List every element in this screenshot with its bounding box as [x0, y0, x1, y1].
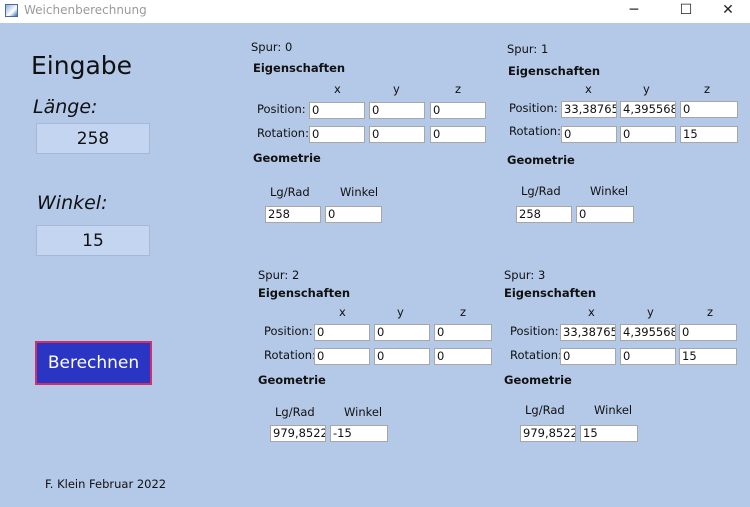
lgrad-label: Lg/Rad: [521, 184, 561, 198]
angle-input[interactable]: 15: [36, 225, 150, 256]
col-z-label: z: [455, 82, 462, 96]
position-x-field[interactable]: 33,38765: [560, 324, 616, 341]
rotation-label: Rotation:: [264, 348, 316, 362]
position-label: Position:: [264, 324, 313, 338]
track-title: Spur: 1: [507, 42, 549, 56]
track-title: Spur: 2: [258, 268, 300, 282]
col-y-label: y: [647, 305, 654, 319]
position-y-field[interactable]: 4,395568: [620, 101, 676, 118]
properties-label: Eigenschaften: [508, 64, 601, 78]
track-title: Spur: 0: [251, 40, 293, 54]
geometry-label: Geometrie: [253, 151, 321, 165]
maximize-button[interactable]: ☐: [664, 0, 708, 22]
position-label: Position:: [510, 324, 559, 338]
geometry-label: Geometrie: [504, 373, 572, 387]
rotation-y-field[interactable]: 0: [620, 348, 676, 365]
col-x-label: x: [585, 82, 592, 96]
position-x-field[interactable]: 0: [314, 324, 370, 341]
main-window: Eingabe Länge: 258 Winkel: 15 Berechnen …: [0, 23, 750, 507]
col-z-label: z: [707, 305, 714, 319]
position-label: Position:: [509, 101, 558, 115]
rotation-z-field[interactable]: 15: [680, 126, 738, 143]
lgrad-field[interactable]: 979,8522: [270, 425, 326, 442]
lgrad-label: Lg/Rad: [275, 405, 315, 419]
winkel-label: Winkel: [344, 405, 383, 419]
lgrad-label: Lg/Rad: [270, 185, 310, 199]
track-title: Spur: 3: [504, 268, 546, 282]
col-y-label: y: [643, 82, 650, 96]
position-x-field[interactable]: 0: [309, 102, 365, 119]
rotation-x-field[interactable]: 0: [560, 348, 616, 365]
input-heading: Eingabe: [31, 51, 133, 80]
window-title: Weichenberechnung: [24, 3, 147, 17]
col-x-label: x: [339, 305, 346, 319]
rotation-label: Rotation:: [510, 348, 562, 362]
minimize-button[interactable]: ─: [612, 0, 656, 22]
winkel-field[interactable]: 15: [580, 425, 638, 442]
rotation-y-field[interactable]: 0: [374, 348, 430, 365]
winkel-label: Winkel: [590, 184, 629, 198]
position-z-field[interactable]: 0: [430, 102, 486, 119]
rotation-label: Rotation:: [257, 126, 309, 140]
lgrad-field[interactable]: 258: [516, 206, 572, 223]
rotation-y-field[interactable]: 0: [620, 126, 676, 143]
rotation-label: Rotation:: [509, 124, 561, 138]
geometry-label: Geometrie: [258, 373, 326, 387]
winkel-field[interactable]: 0: [325, 206, 382, 223]
length-input[interactable]: 258: [36, 123, 150, 154]
geometry-label: Geometrie: [507, 153, 575, 167]
length-label: Länge:: [33, 96, 98, 118]
properties-label: Eigenschaften: [253, 61, 346, 75]
position-z-field[interactable]: 0: [679, 324, 737, 341]
col-y-label: y: [397, 305, 404, 319]
angle-label: Winkel:: [37, 192, 108, 214]
winkel-field[interactable]: 0: [576, 206, 634, 223]
position-z-field[interactable]: 0: [680, 101, 738, 118]
properties-label: Eigenschaften: [258, 286, 351, 300]
position-y-field[interactable]: 4,395568: [620, 324, 676, 341]
rotation-z-field[interactable]: 15: [679, 348, 737, 365]
winkel-label: Winkel: [340, 185, 379, 199]
rotation-z-field[interactable]: 0: [434, 348, 492, 365]
rotation-x-field[interactable]: 0: [309, 126, 365, 143]
lgrad-field[interactable]: 258: [265, 206, 321, 223]
col-y-label: y: [393, 82, 400, 96]
rotation-y-field[interactable]: 0: [369, 126, 425, 143]
col-z-label: z: [460, 305, 467, 319]
col-x-label: x: [588, 305, 595, 319]
lgrad-label: Lg/Rad: [525, 403, 565, 417]
position-z-field[interactable]: 0: [434, 324, 492, 341]
col-x-label: x: [334, 82, 341, 96]
app-icon: [5, 4, 18, 17]
position-y-field[interactable]: 0: [374, 324, 430, 341]
rotation-x-field[interactable]: 0: [561, 126, 617, 143]
col-z-label: z: [704, 82, 711, 96]
close-button[interactable]: ✕: [706, 0, 750, 22]
lgrad-field[interactable]: 979,8522: [520, 425, 576, 442]
winkel-field[interactable]: -15: [330, 425, 388, 442]
footer-credit: F. Klein Februar 2022: [45, 477, 167, 491]
properties-label: Eigenschaften: [504, 286, 597, 300]
position-y-field[interactable]: 0: [369, 102, 425, 119]
position-x-field[interactable]: 33,38765: [561, 101, 617, 118]
winkel-label: Winkel: [594, 403, 633, 417]
calculate-button[interactable]: Berechnen: [35, 341, 152, 385]
position-label: Position:: [257, 102, 306, 116]
rotation-x-field[interactable]: 0: [314, 348, 370, 365]
rotation-z-field[interactable]: 0: [430, 126, 486, 143]
title-bar: Weichenberechnung ─ ☐ ✕: [0, 0, 750, 23]
